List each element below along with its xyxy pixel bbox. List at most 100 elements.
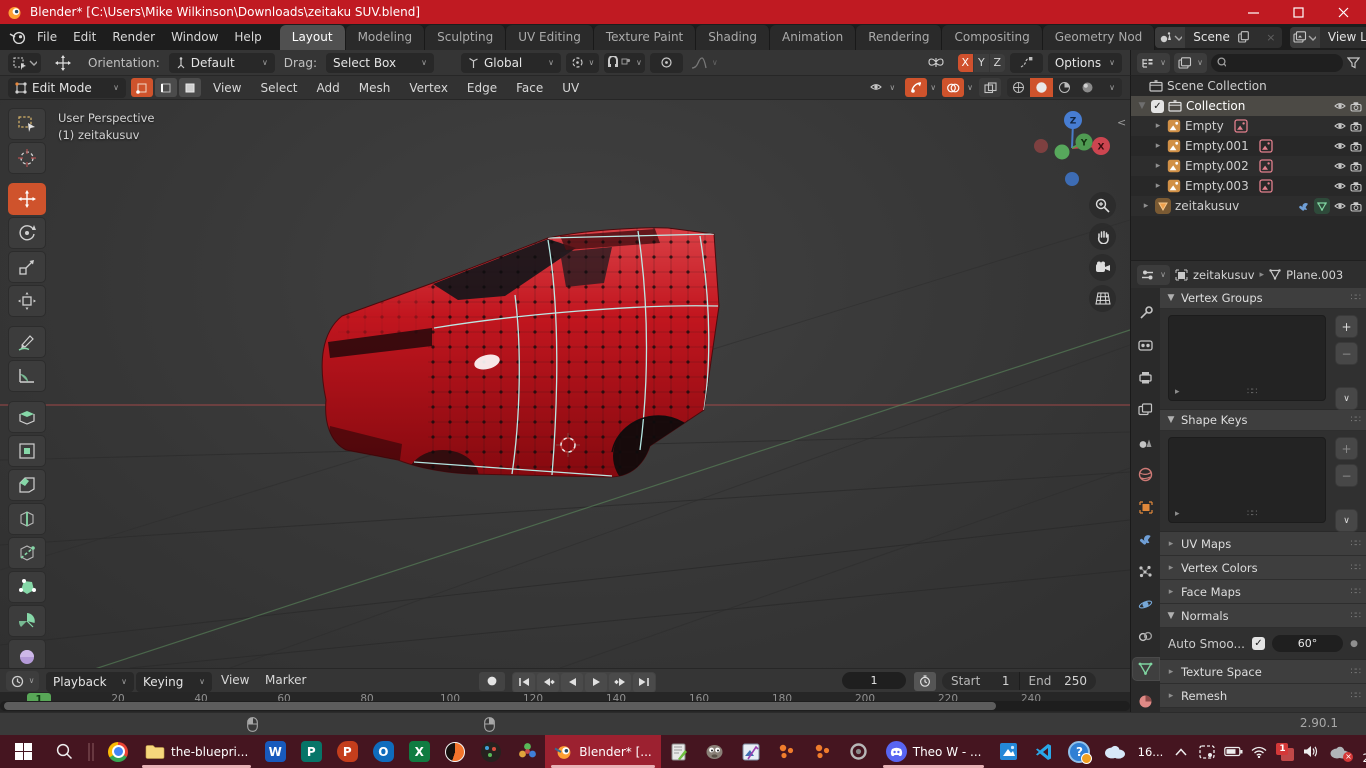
play-reverse-button[interactable]	[561, 673, 583, 692]
tool-move[interactable]	[8, 183, 46, 215]
viewport-menu-view[interactable]: View	[206, 81, 248, 95]
shading-dropdown-icon[interactable]: ∨	[1099, 78, 1122, 97]
tab-render-icon[interactable]	[1133, 334, 1159, 355]
hide-eye-icon[interactable]	[1334, 181, 1346, 191]
menu-edit[interactable]: Edit	[65, 24, 104, 50]
snap-magnet-icon[interactable]: ∨	[604, 53, 645, 73]
end-frame-field[interactable]: End250	[1020, 674, 1097, 688]
zoom-button[interactable]	[1089, 192, 1116, 219]
tab-scene-icon[interactable]	[1133, 432, 1159, 453]
tool-extrude-region[interactable]	[8, 401, 46, 433]
add-vertex-group-button[interactable]: +	[1335, 315, 1358, 338]
xray-toggle-icon[interactable]	[979, 78, 1001, 97]
falloff-curve-icon[interactable]: ∨	[688, 53, 721, 73]
visibility-dropdown-icon[interactable]: ∨	[866, 78, 899, 98]
playback-menu[interactable]: Playback∨	[46, 672, 134, 692]
keying-menu[interactable]: Keying∨	[136, 672, 212, 692]
tool-spin[interactable]	[8, 605, 46, 637]
timeline-editor-type-icon[interactable]: ∨	[6, 671, 39, 691]
view-layer-icon[interactable]	[1290, 27, 1320, 48]
sidebar-collapse-arrow[interactable]: <	[1117, 116, 1126, 129]
tab-layout[interactable]: Layout	[280, 25, 346, 50]
minimize-button[interactable]	[1231, 0, 1276, 24]
tab-object-icon[interactable]	[1133, 496, 1159, 517]
tool-poly-build[interactable]	[8, 571, 46, 603]
panel-face-maps[interactable]: ▸Face Maps∷∷	[1160, 580, 1366, 604]
outliner-display-mode-icon[interactable]: ∨	[1137, 53, 1170, 73]
viewport-menu-select[interactable]: Select	[253, 81, 304, 95]
discord-task[interactable]: Theo W - ...	[877, 735, 991, 768]
palette-app-icon[interactable]	[473, 735, 509, 768]
tab-shading[interactable]: Shading	[696, 25, 770, 50]
outlook-icon[interactable]: O	[365, 735, 401, 768]
menu-window[interactable]: Window	[163, 24, 226, 50]
tab-modeling[interactable]: Modeling	[346, 25, 426, 50]
drag-dropdown[interactable]: Select Box∨	[326, 53, 434, 73]
tab-output-icon[interactable]	[1133, 367, 1159, 388]
outliner-row-scene-collection[interactable]: Scene Collection	[1131, 76, 1366, 96]
start-button[interactable]	[0, 735, 46, 768]
collection-checkbox[interactable]: ✓	[1151, 100, 1164, 113]
outliner-search-input[interactable]	[1230, 56, 1337, 70]
tab-compositing[interactable]: Compositing	[942, 25, 1042, 50]
taskbar-clock[interactable]: 23:41 26/10/2021	[1354, 739, 1366, 765]
image-editor-app-icon[interactable]	[733, 735, 769, 768]
outliner-row-zeitakusuv[interactable]: ▸ zeitakusuv	[1131, 196, 1366, 216]
tool-rotate[interactable]	[8, 217, 46, 249]
screen-clip-icon[interactable]	[1194, 735, 1220, 768]
animate-dot[interactable]: ●	[1350, 639, 1358, 649]
face-select-mode-button[interactable]	[179, 78, 201, 97]
tab-physics-icon[interactable]	[1133, 594, 1159, 615]
modifier-wrench-icon[interactable]	[1297, 200, 1310, 212]
tool-annotate[interactable]	[8, 326, 46, 358]
gimp-icon[interactable]	[697, 735, 733, 768]
snap-path-icon[interactable]	[1010, 53, 1043, 73]
next-keyframe-button[interactable]	[609, 673, 631, 692]
hide-eye-icon[interactable]	[1334, 121, 1346, 131]
auto-smooth-angle-field[interactable]: 60°	[1272, 635, 1343, 652]
disclosure-icon[interactable]: ▼	[1137, 101, 1147, 111]
chrome-icon[interactable]	[100, 735, 136, 768]
shading-solid-icon[interactable]	[1030, 78, 1053, 97]
outliner-row-empty-001[interactable]: ▸ Empty.001	[1131, 136, 1366, 156]
blender-menu-icon[interactable]	[9, 30, 27, 44]
scene-copy-icon[interactable]	[1238, 31, 1260, 43]
taskbar-search-icon[interactable]	[46, 735, 82, 768]
previous-keyframe-button[interactable]	[537, 673, 559, 692]
tab-geometry-nodes[interactable]: Geometry Nod	[1043, 25, 1156, 50]
viewport-menu-edge[interactable]: Edge	[460, 81, 504, 95]
pivot-point-icon[interactable]: ∨	[566, 53, 599, 73]
vscode-icon[interactable]	[1026, 735, 1062, 768]
mirror-x-button[interactable]: X	[958, 54, 973, 72]
cloud-offline-icon[interactable]: ×	[1324, 735, 1354, 768]
row-label[interactable]: Collection	[1186, 99, 1245, 113]
outliner-row-empty-002[interactable]: ▸ Empty.002	[1131, 156, 1366, 176]
mirror-z-button[interactable]: Z	[990, 54, 1005, 72]
round-orange-app-icon[interactable]	[437, 735, 473, 768]
mesh-data-icon[interactable]	[1314, 198, 1330, 214]
tab-rendering[interactable]: Rendering	[856, 25, 942, 50]
molecule-app-icon-1[interactable]	[769, 735, 805, 768]
shape-key-specials-button[interactable]: ∨	[1335, 509, 1358, 532]
orientation-dropdown[interactable]: Default∨	[169, 53, 275, 73]
row-label[interactable]: zeitakusuv	[1175, 199, 1239, 213]
timeline-ruler[interactable]: 1 20 40 60 80 100 120 140 160 180 200 22…	[0, 692, 1130, 712]
tab-modifiers-icon[interactable]	[1133, 529, 1159, 550]
timeline-menu-view[interactable]: View	[214, 673, 256, 687]
outliner-search[interactable]	[1211, 54, 1343, 72]
gizmos-toggle-icon[interactable]	[905, 78, 927, 97]
tool-loop-cut[interactable]	[8, 503, 46, 535]
row-label[interactable]: Empty.001	[1185, 139, 1249, 153]
notepad-app-icon[interactable]	[661, 735, 697, 768]
render-camera-icon[interactable]	[1350, 121, 1362, 132]
disclosure-icon[interactable]: ▸	[1141, 201, 1151, 211]
vertex-select-mode-button[interactable]	[131, 78, 153, 97]
edge-select-mode-button[interactable]	[155, 78, 177, 97]
tab-texture-paint[interactable]: Texture Paint	[594, 25, 696, 50]
active-tool-icon[interactable]	[8, 53, 41, 73]
viewport-menu-face[interactable]: Face	[509, 81, 550, 95]
outliner-filter-id-icon[interactable]: ∨	[1174, 53, 1207, 73]
tool-cursor[interactable]	[8, 142, 46, 174]
tab-particles-icon[interactable]	[1133, 561, 1159, 582]
explorer-folder-task[interactable]: the-bluepri...	[136, 735, 257, 768]
